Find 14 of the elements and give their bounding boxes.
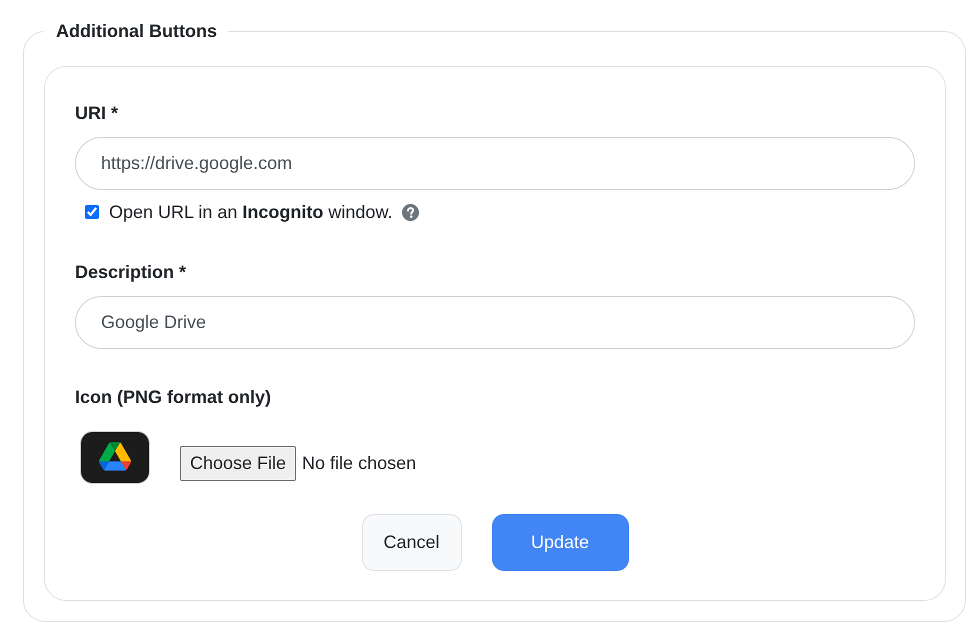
choose-file-button[interactable]: Choose File: [180, 446, 296, 481]
cancel-button[interactable]: Cancel: [362, 514, 462, 571]
file-status-text: No file chosen: [302, 453, 416, 474]
field-label: Icon (PNG format only): [75, 386, 272, 409]
triangle-logo-icon: [80, 431, 150, 484]
checkbox-label: Open URL in an Incognito window.: [109, 201, 392, 224]
uri-field[interactable]: https://drive.google.com: [75, 137, 915, 190]
incognito-checkbox[interactable]: [85, 205, 99, 219]
field-label: Description *: [75, 261, 186, 284]
help-icon[interactable]: [402, 204, 420, 220]
description-field[interactable]: Google Drive: [75, 296, 915, 349]
field-label: URI *: [75, 102, 118, 125]
section-title: Additional Buttons: [55, 20, 218, 43]
update-button[interactable]: Update: [492, 514, 628, 571]
